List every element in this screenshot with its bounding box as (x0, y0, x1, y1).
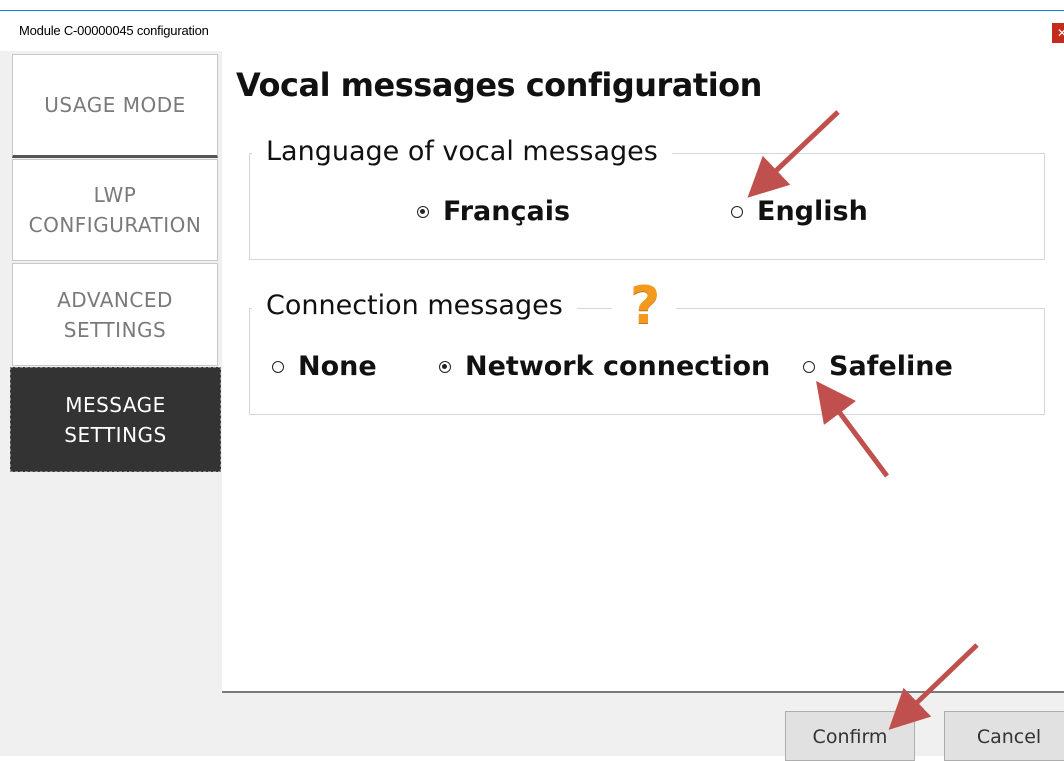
page-title: Vocal messages configuration (236, 66, 762, 104)
radio-network-connection[interactable]: Network connection (439, 351, 770, 382)
radio-safeline-label: Safeline (829, 351, 953, 382)
title-bar[interactable]: Module C-00000045 configuration ✕ (0, 11, 1064, 51)
radio-none-label: None (298, 351, 377, 382)
sidebar-item-lwp-configuration[interactable]: LWP CONFIGURATION (12, 159, 218, 261)
language-group (249, 153, 1045, 260)
radio-francais[interactable]: Français (417, 196, 570, 227)
radio-none[interactable]: None (272, 351, 377, 382)
radio-network-connection-indicator[interactable] (439, 360, 451, 373)
radio-francais-indicator[interactable] (417, 205, 429, 218)
radio-network-connection-label: Network connection (465, 351, 771, 382)
sidebar-item-advanced-settings[interactable]: ADVANCED SETTINGS (12, 263, 218, 366)
radio-none-indicator[interactable] (272, 360, 284, 373)
sidebar-item-usage-mode[interactable]: USAGE MODE (12, 54, 218, 158)
radio-francais-label: Français (443, 196, 571, 227)
sidebar-item-label: MESSAGE SETTINGS (64, 392, 167, 447)
sidebar-item-message-settings[interactable]: MESSAGE SETTINGS (10, 367, 221, 472)
connection-group-legend: Connection messages (252, 290, 577, 321)
language-group-legend: Language of vocal messages (252, 136, 672, 167)
radio-english[interactable]: English (731, 196, 868, 227)
window-title: Module C-00000045 configuration (19, 23, 209, 38)
cancel-button[interactable]: Cancel (944, 711, 1064, 761)
help-icon[interactable]: ? (630, 280, 660, 332)
sidebar: USAGE MODE LWP CONFIGURATION ADVANCED SE… (0, 51, 222, 756)
radio-english-label: English (757, 196, 868, 227)
radio-english-indicator[interactable] (731, 205, 743, 218)
radio-safeline[interactable]: Safeline (803, 351, 953, 382)
confirm-button[interactable]: Confirm (785, 711, 915, 761)
window-border (0, 0, 1064, 11)
close-button[interactable]: ✕ (1052, 23, 1064, 43)
footer-bar (222, 691, 1064, 756)
sidebar-item-label: LWP CONFIGURATION (28, 183, 202, 237)
radio-safeline-indicator[interactable] (803, 360, 815, 373)
sidebar-item-label: ADVANCED SETTINGS (57, 287, 173, 342)
sidebar-item-label: USAGE MODE (44, 93, 186, 117)
